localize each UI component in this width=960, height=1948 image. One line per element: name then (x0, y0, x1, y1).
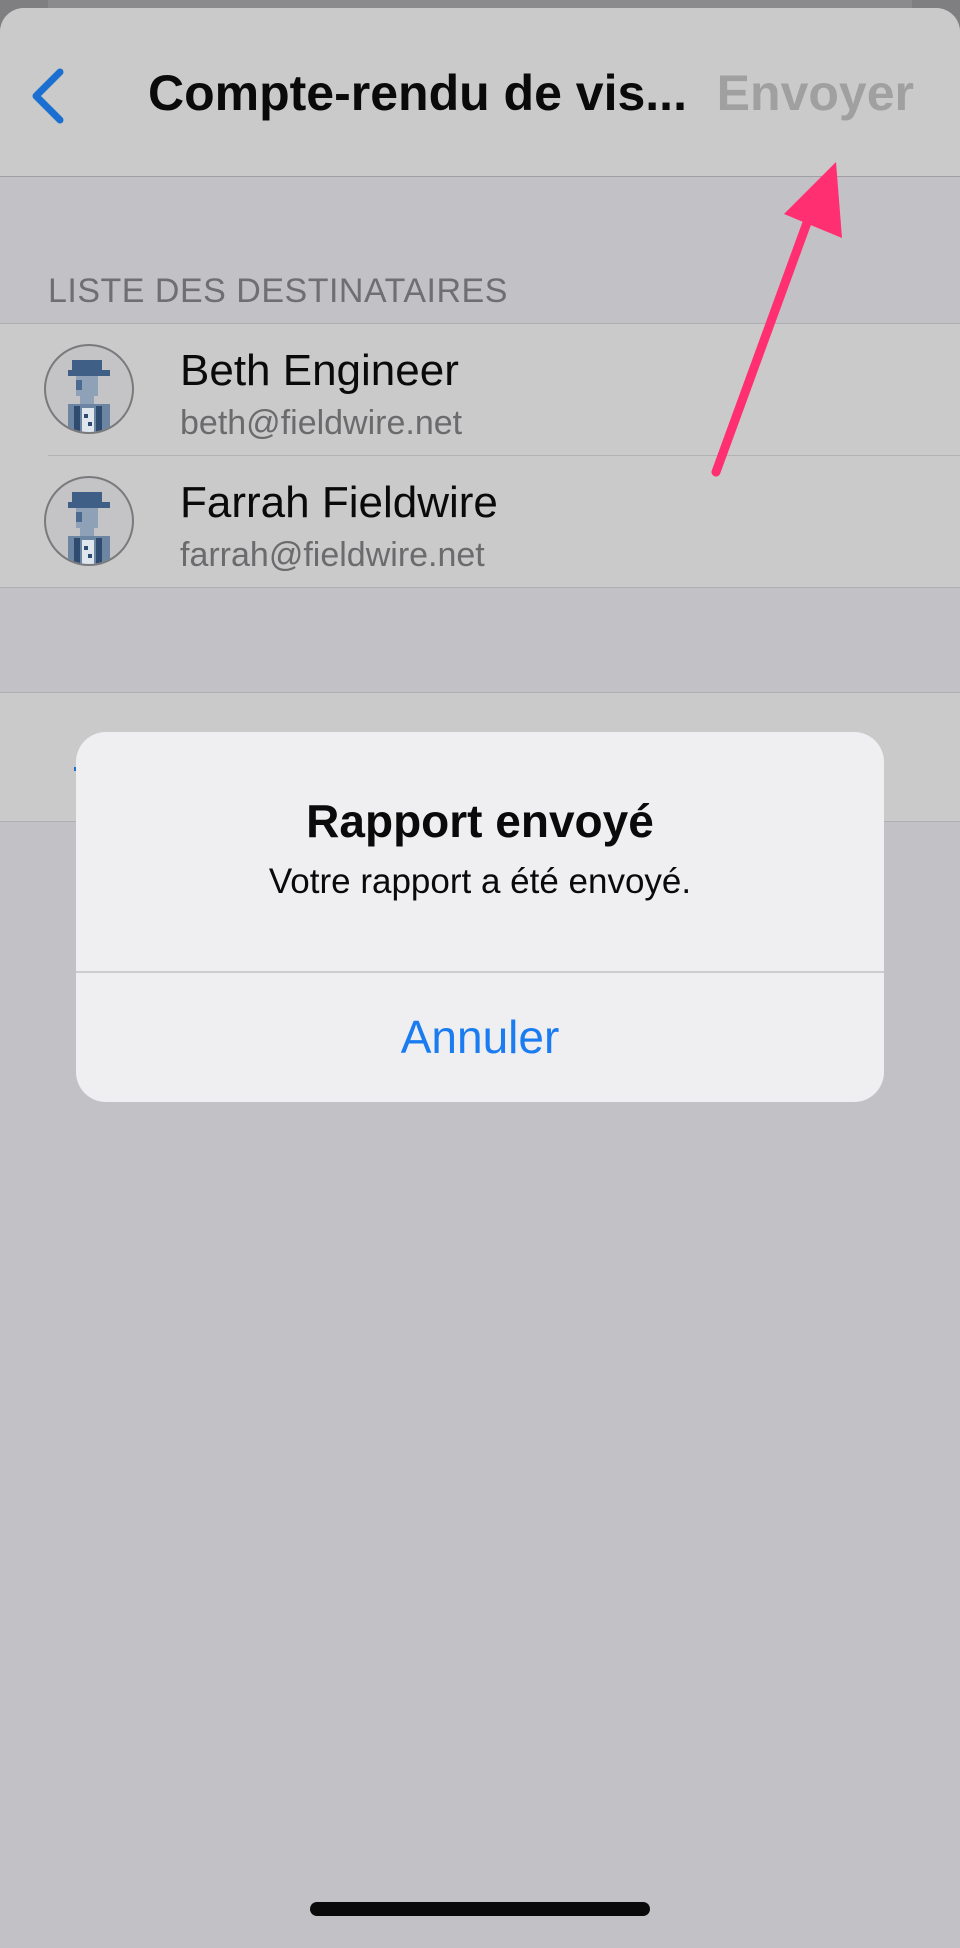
alert-message: Votre rapport a été envoyé. (268, 862, 692, 901)
alert-dialog: Rapport envoyé Votre rapport a été envoy… (76, 732, 884, 1102)
recipient-email: beth@fieldwire.net (180, 404, 463, 442)
recipient-email: farrah@fieldwire.net (180, 536, 485, 574)
home-indicator[interactable] (310, 1902, 650, 1916)
worker-avatar-icon (44, 344, 134, 434)
recipients-section-header: LISTE DES DESTINATAIRES (48, 272, 508, 310)
worker-avatar-icon (44, 476, 134, 566)
send-button[interactable]: Envoyer (717, 64, 914, 122)
recipient-name: Beth Engineer (180, 346, 459, 395)
cancel-button[interactable]: Annuler (76, 973, 884, 1102)
chevron-left-icon (32, 68, 64, 124)
pointer-arrow-icon (711, 162, 842, 477)
alert-title: Rapport envoyé (306, 795, 654, 847)
back-button[interactable] (20, 60, 80, 130)
page-title: Compte-rendu de vis... (148, 65, 687, 121)
recipient-name: Farrah Fieldwire (180, 478, 498, 527)
